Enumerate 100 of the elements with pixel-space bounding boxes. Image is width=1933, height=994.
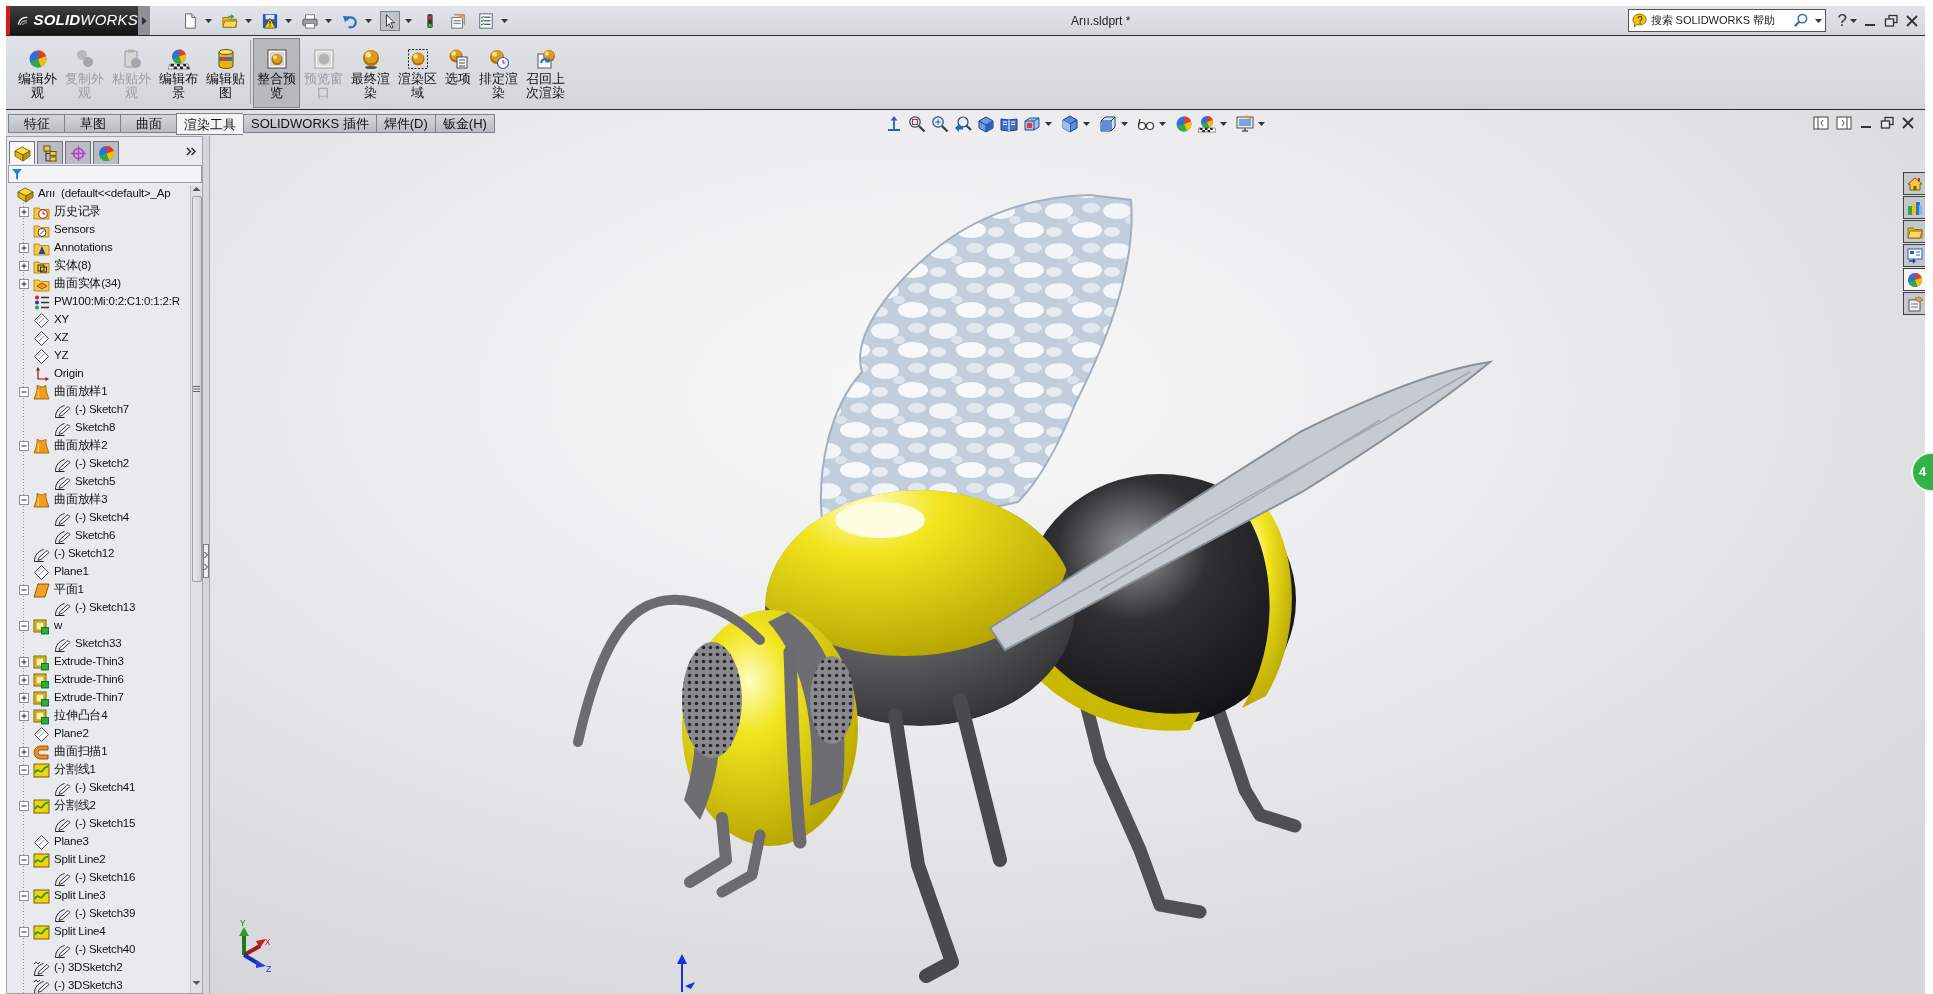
tile-left-icon[interactable] — [1813, 116, 1829, 130]
close-icon[interactable] — [1905, 13, 1919, 28]
tree-item[interactable]: (-) Sketch7 — [75, 401, 130, 419]
expand-toggle-icon[interactable] — [19, 243, 29, 253]
previous-view-icon[interactable] — [953, 115, 972, 133]
tree-item[interactable]: 分割线2 — [54, 797, 96, 815]
tree-item[interactable]: (-) Sketch4 — [75, 509, 130, 527]
tree-item[interactable]: (-) Sketch41 — [75, 779, 136, 797]
panel-tab[interactable] — [37, 141, 63, 164]
dropdown-caret-icon[interactable] — [1120, 122, 1128, 126]
zoom-area-icon[interactable] — [930, 115, 949, 133]
view-cube-icon[interactable] — [1022, 115, 1041, 133]
tree-item[interactable]: 曲面实体(34) — [54, 275, 121, 293]
collapse-toggle-icon[interactable] — [19, 387, 29, 397]
tree-item[interactable]: 实体(8) — [54, 257, 92, 275]
monitor-icon[interactable] — [1235, 115, 1254, 133]
collapse-toggle-icon[interactable] — [19, 891, 29, 901]
panel-tab[interactable] — [65, 141, 91, 164]
task-pane-tab[interactable] — [1903, 244, 1925, 267]
tree-item[interactable]: Origin — [54, 365, 84, 383]
tree-item[interactable]: Sensors — [54, 221, 95, 239]
command-tab[interactable]: 钣金(H) — [434, 114, 495, 133]
collapse-toggle-icon[interactable] — [19, 441, 29, 451]
task-pane-tab[interactable] — [1903, 196, 1925, 219]
ribbon-command-button[interactable]: 召回上次渲染 — [522, 38, 569, 108]
panel-tab[interactable] — [93, 141, 119, 164]
expand-toggle-icon[interactable] — [19, 693, 29, 703]
tree-item[interactable]: (-) Sketch13 — [75, 599, 136, 617]
ribbon-command-button[interactable]: 整合预览 — [253, 38, 300, 108]
tree-item[interactable]: (-) Sketch12 — [54, 545, 115, 563]
tree-item[interactable]: Annotations — [54, 239, 113, 257]
tree-item[interactable]: (-) 3DSketch3 — [54, 977, 123, 993]
collapse-toggle-icon[interactable] — [19, 495, 29, 505]
tree-item[interactable]: (-) Sketch39 — [75, 905, 136, 923]
box-outline-icon[interactable] — [1098, 115, 1117, 133]
dropdown-caret-icon[interactable] — [1219, 122, 1227, 126]
ribbon-command-button[interactable]: 编辑布景 — [155, 38, 202, 108]
tree-item[interactable]: Sketch6 — [75, 527, 116, 545]
zoom-fit-icon[interactable] — [907, 115, 926, 133]
search-input[interactable]: 搜索 SOLIDWORKS 帮助 — [1650, 12, 1790, 29]
tree-item[interactable]: Split Line4 — [54, 923, 106, 941]
command-tab[interactable]: 特征 — [8, 114, 64, 133]
menu-flyout-handle[interactable] — [138, 6, 150, 35]
tree-item[interactable]: 历史记录 — [54, 203, 102, 221]
restore-icon[interactable] — [1880, 116, 1894, 130]
scroll-down-icon[interactable] — [192, 979, 201, 987]
tree-item[interactable]: XZ — [54, 329, 69, 347]
scroll-up-icon[interactable] — [192, 185, 201, 193]
open-book-icon[interactable] — [999, 115, 1018, 133]
collapse-toggle-icon[interactable] — [19, 621, 29, 631]
restore-icon[interactable] — [1884, 13, 1898, 28]
help-button[interactable]: ? — [1837, 10, 1847, 31]
dropdown-caret-icon[interactable] — [365, 18, 372, 23]
panel-tab[interactable] — [9, 141, 35, 164]
dropdown-caret-icon[interactable] — [285, 18, 292, 23]
command-tab[interactable]: 渲染工具 — [176, 113, 243, 135]
expand-toggle-icon[interactable] — [19, 207, 29, 217]
task-pane-tab[interactable] — [1903, 172, 1925, 195]
task-pane-tab[interactable] — [1903, 220, 1925, 243]
collapse-toggle-icon[interactable] — [19, 855, 29, 865]
section-view-icon[interactable] — [976, 115, 995, 133]
tree-item[interactable]: (-) Sketch40 — [75, 941, 136, 959]
ribbon-command-button[interactable]: 渲染区域 — [394, 38, 441, 108]
search-icon[interactable] — [1792, 13, 1808, 28]
tree-item[interactable]: 曲面放样2 — [54, 437, 108, 455]
tree-item[interactable]: Arıı (default<<default>_Ap — [38, 185, 171, 203]
tree-item[interactable]: Plane2 — [54, 725, 89, 743]
tree-item[interactable]: 平面1 — [54, 581, 84, 599]
tree-item[interactable]: Sketch8 — [75, 419, 116, 437]
ribbon-command-button[interactable]: 排定渲染 — [475, 38, 522, 108]
dropdown-caret-icon[interactable] — [405, 18, 412, 23]
expand-toggle-icon[interactable] — [19, 675, 29, 685]
command-tab[interactable]: SOLIDWORKS 插件 — [243, 114, 376, 133]
tree-item[interactable]: 曲面放样1 — [54, 383, 108, 401]
collapse-toggle-icon[interactable] — [19, 801, 29, 811]
tree-item[interactable]: Split Line3 — [54, 887, 106, 905]
shaded-cube-icon[interactable] — [1060, 115, 1079, 133]
search-field[interactable]: 搜索 SOLIDWORKS 帮助 — [1627, 9, 1826, 32]
filter-field[interactable] — [8, 165, 202, 183]
tree-item[interactable]: YZ — [54, 347, 69, 365]
tree-item[interactable]: w — [54, 617, 63, 635]
tree-item[interactable]: 曲面放样3 — [54, 491, 108, 509]
tree-item[interactable]: Extrude-Thin7 — [54, 689, 124, 707]
tree-item[interactable]: (-) Sketch16 — [75, 869, 136, 887]
task-pane-tab[interactable] — [1903, 268, 1925, 291]
tree-item[interactable]: Extrude-Thin3 — [54, 653, 124, 671]
scrollbar-thumb[interactable] — [191, 196, 202, 582]
expand-toggle-icon[interactable] — [19, 279, 29, 289]
ribbon-command-button[interactable]: 编辑外观 — [14, 38, 61, 108]
tree-item[interactable]: (-) Sketch2 — [75, 455, 130, 473]
dropdown-caret-icon[interactable] — [1814, 18, 1822, 23]
expand-toggle-icon[interactable] — [19, 711, 29, 721]
collapse-toggle-icon[interactable] — [19, 927, 29, 937]
ribbon-command-button[interactable]: 最终渲染 — [347, 38, 394, 108]
expand-toggle-icon[interactable] — [19, 261, 29, 271]
chevron-icon[interactable] — [186, 147, 196, 156]
tree-item[interactable]: Plane3 — [54, 833, 89, 851]
tile-right-icon[interactable] — [1836, 116, 1852, 130]
dropdown-caret-icon[interactable] — [1158, 122, 1166, 126]
tree-item[interactable]: Sketch5 — [75, 473, 116, 491]
